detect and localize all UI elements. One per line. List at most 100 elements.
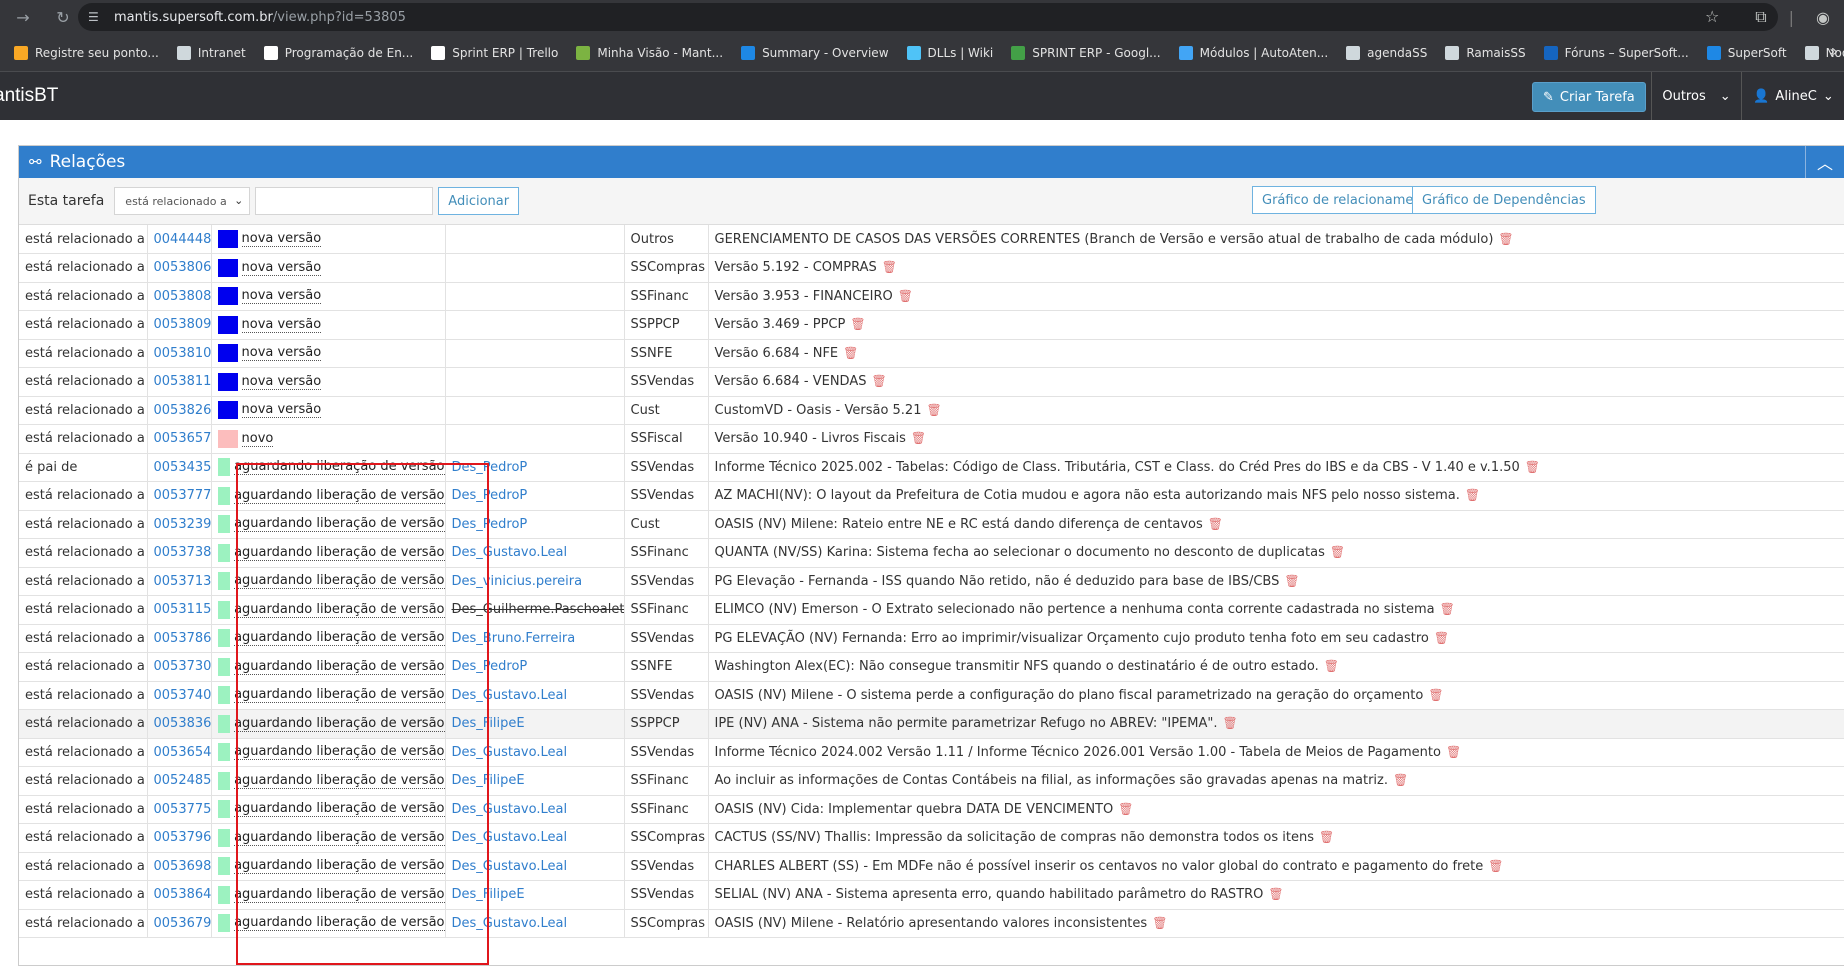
delete-relation-icon[interactable]: 🗑 <box>1434 631 1449 645</box>
delete-relation-icon[interactable]: 🗑 <box>871 374 886 388</box>
user-menu[interactable]: 👤 AlineC ⌄ <box>1741 72 1844 120</box>
bookmark-item[interactable]: RamaisSS <box>1445 45 1526 60</box>
delete-relation-icon[interactable]: 🗑 <box>1324 659 1339 673</box>
site-settings-icon[interactable]: ☰ <box>88 10 110 24</box>
issue-id-link[interactable]: 0053713 <box>154 574 211 589</box>
issue-id-link[interactable]: 0053657 <box>154 431 211 446</box>
handler-link[interactable]: Des_FilipeE <box>452 887 525 902</box>
bookmark-item[interactable]: Minha Visão - Mant... <box>576 45 723 60</box>
delete-relation-icon[interactable]: 🗑 <box>1118 802 1133 816</box>
handler-link[interactable]: Des_FilipeE <box>452 773 525 788</box>
issue-id-link[interactable]: 0053836 <box>154 716 211 731</box>
bookmark-item[interactable]: Summary - Overview <box>741 45 889 60</box>
issue-id-link[interactable]: 0053864 <box>154 887 211 902</box>
delete-relation-icon[interactable]: 🗑 <box>843 346 858 360</box>
dependency-graph-button[interactable]: Gráfico de Dependências <box>1412 186 1596 214</box>
bookmark-item[interactable]: Sprint ERP | Trello <box>431 45 558 60</box>
handler-link[interactable]: Des_Gustavo.Leal <box>452 859 568 874</box>
handler-link[interactable]: Des_FilipeE <box>452 716 525 731</box>
bookmark-item[interactable]: Intranet <box>176 45 246 60</box>
issue-id-link[interactable]: 0053786 <box>154 631 211 646</box>
issue-id-link[interactable]: 0052485 <box>154 773 211 788</box>
issue-id-link[interactable]: 0053654 <box>154 745 211 760</box>
bookmark-item[interactable]: DLLs | Wiki <box>906 45 993 60</box>
extensions-icon[interactable]: ⧉ <box>1755 7 1766 27</box>
issue-id-link[interactable]: 0053435 <box>154 460 211 475</box>
delete-relation-icon[interactable]: 🗑 <box>1525 460 1540 474</box>
issue-id-link[interactable]: 0053738 <box>154 545 211 560</box>
delete-relation-icon[interactable]: 🗑 <box>1208 517 1223 531</box>
issue-id-link[interactable]: 0053679 <box>154 916 211 931</box>
bookmark-item[interactable]: Nooven - SS Login <box>1804 45 1844 60</box>
issue-id-link[interactable]: 0053811 <box>154 374 211 389</box>
delete-relation-icon[interactable]: 🗑 <box>1393 773 1408 787</box>
delete-relation-icon[interactable]: 🗑 <box>1465 488 1480 502</box>
issue-id-link[interactable]: 0053777 <box>154 488 211 503</box>
bookmark-item[interactable]: agendaSS <box>1346 45 1427 60</box>
create-task-button[interactable]: ✎ Criar Tarefa <box>1532 82 1646 112</box>
issue-id-link[interactable]: 0053775 <box>154 802 211 817</box>
handler-link[interactable]: Des_PedroP <box>452 517 528 532</box>
handler-link[interactable]: Des_Gustavo.Leal <box>452 545 568 560</box>
issue-id-link[interactable]: 0053730 <box>154 659 211 674</box>
reload-icon[interactable]: ↻ <box>50 4 76 30</box>
collapse-icon[interactable]: ︿ <box>1805 146 1844 178</box>
issue-id-link[interactable]: 0053796 <box>154 830 211 845</box>
add-relation-button[interactable]: Adicionar <box>438 187 520 215</box>
bookmark-item[interactable]: Programação de En... <box>263 45 413 60</box>
bookmark-item[interactable]: SuperSoft <box>1706 45 1787 60</box>
bookmark-item[interactable]: SPRINT ERP - Googl... <box>1011 45 1161 60</box>
handler-link[interactable]: Des_Gustavo.Leal <box>452 830 568 845</box>
issue-id-link[interactable]: 0053826 <box>154 403 211 418</box>
handler-link[interactable]: Des_Gustavo.Leal <box>452 745 568 760</box>
issue-id-link[interactable]: 0053740 <box>154 688 211 703</box>
app-brand[interactable]: antisBT <box>0 85 58 107</box>
delete-relation-icon[interactable]: 🗑 <box>1440 602 1455 616</box>
issue-id-link[interactable]: 0053810 <box>154 346 211 361</box>
handler-link[interactable]: Des_Bruno.Ferreira <box>452 631 576 646</box>
delete-relation-icon[interactable]: 🗑 <box>850 317 865 331</box>
delete-relation-icon[interactable]: 🗑 <box>882 260 897 274</box>
handler-link[interactable]: Des_vinicius.pereira <box>452 574 583 589</box>
issue-id-link[interactable]: 0053808 <box>154 289 211 304</box>
relation-type-select[interactable]: está relacionado a ⌄ <box>114 187 251 215</box>
handler-link[interactable]: Des_Gustavo.Leal <box>452 802 568 817</box>
delete-relation-icon[interactable]: 🗑 <box>926 403 941 417</box>
bookmark-item[interactable]: Registre seu ponto... <box>14 45 159 60</box>
handler-link[interactable]: Des_PedroP <box>452 488 528 503</box>
delete-relation-icon[interactable]: 🗑 <box>1498 232 1513 246</box>
more-bookmarks-icon[interactable]: » <box>1829 44 1838 60</box>
delete-relation-icon[interactable]: 🗑 <box>1488 859 1503 873</box>
profile-icon[interactable]: ◉ <box>1816 8 1830 27</box>
issue-id-link[interactable]: 0053806 <box>154 260 211 275</box>
related-id-input[interactable] <box>255 187 434 215</box>
delete-relation-icon[interactable]: 🗑 <box>1319 830 1334 844</box>
delete-relation-icon[interactable]: 🗑 <box>1222 716 1237 730</box>
bookmark-item[interactable]: Fóruns – SuperSoft... <box>1543 45 1689 60</box>
handler-link[interactable]: Des_Gustavo.Leal <box>452 688 568 703</box>
delete-relation-icon[interactable]: 🗑 <box>1446 745 1461 759</box>
address-bar[interactable]: ☰ mantis.supersoft.com.br/view.php?id=53… <box>78 3 1778 31</box>
delete-relation-icon[interactable]: 🗑 <box>898 289 913 303</box>
delete-relation-icon[interactable]: 🗑 <box>1284 574 1299 588</box>
delete-relation-icon[interactable]: 🗑 <box>911 431 926 445</box>
bookmark-item[interactable]: Módulos | AutoAten... <box>1178 45 1328 60</box>
delete-relation-icon[interactable]: 🗑 <box>1428 688 1443 702</box>
delete-relation-icon[interactable]: 🗑 <box>1268 887 1283 901</box>
status-color-swatch <box>217 857 231 876</box>
delete-relation-icon[interactable]: 🗑 <box>1330 545 1345 559</box>
others-menu[interactable]: Outros ⌄ <box>1651 72 1741 120</box>
issue-id-link[interactable]: 0053809 <box>154 317 211 332</box>
handler-link[interactable]: Des_PedroP <box>452 460 528 475</box>
issue-id-link[interactable]: 0053239 <box>154 517 211 532</box>
status-cell: aguardando liberação de versão <box>211 652 446 682</box>
issue-id-link[interactable]: 0053698 <box>154 859 211 874</box>
delete-relation-icon[interactable]: 🗑 <box>1152 916 1167 930</box>
handler-link[interactable]: Des_Guilherme.Paschoalet <box>452 602 624 617</box>
forward-icon[interactable]: → <box>10 4 36 30</box>
handler-link[interactable]: Des_PedroP <box>452 659 528 674</box>
bookmark-star-icon[interactable]: ☆ <box>1705 7 1719 26</box>
issue-id-link[interactable]: 0053115 <box>154 602 211 617</box>
handler-link[interactable]: Des_Gustavo.Leal <box>452 916 568 931</box>
issue-id-link[interactable]: 0044448 <box>154 232 211 247</box>
